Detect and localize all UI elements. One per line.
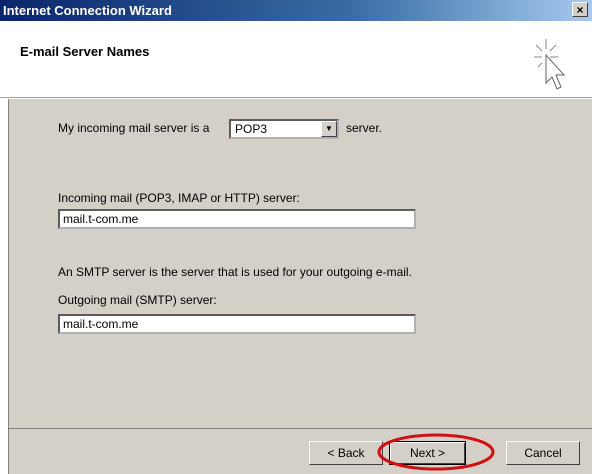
back-button[interactable]: < Back <box>309 441 383 465</box>
outgoing-server-label: Outgoing mail (SMTP) server: <box>58 293 217 307</box>
wizard-header: E-mail Server Names <box>0 21 592 98</box>
next-button[interactable]: Next > <box>389 441 466 465</box>
incoming-server-input[interactable]: mail.t-com.me <box>58 209 416 229</box>
window-title: Internet Connection Wizard <box>3 3 172 18</box>
incoming-type-select[interactable]: POP3 ▼ <box>229 119 339 139</box>
outgoing-server-value: mail.t-com.me <box>63 317 139 331</box>
smtp-note: An SMTP server is the server that is use… <box>58 265 412 279</box>
wizard-footer: < Back Next > Cancel <box>8 428 592 474</box>
outgoing-server-input[interactable]: mail.t-com.me <box>58 314 416 334</box>
incoming-server-label: Incoming mail (POP3, IMAP or HTTP) serve… <box>58 191 300 205</box>
page-heading: E-mail Server Names <box>20 44 150 59</box>
cancel-button[interactable]: Cancel <box>506 441 580 465</box>
incoming-type-suffix: server. <box>346 121 383 135</box>
close-button[interactable]: × <box>572 2 588 17</box>
incoming-type-prefix: My incoming mail server is a <box>58 121 210 135</box>
incoming-type-value: POP3 <box>235 122 268 136</box>
wizard-cursor-icon <box>534 39 566 90</box>
form-panel: My incoming mail server is a POP3 ▼ serv… <box>8 99 592 428</box>
chevron-down-icon[interactable]: ▼ <box>321 121 337 137</box>
incoming-server-value: mail.t-com.me <box>63 212 139 226</box>
title-bar: Internet Connection Wizard × <box>0 0 592 21</box>
